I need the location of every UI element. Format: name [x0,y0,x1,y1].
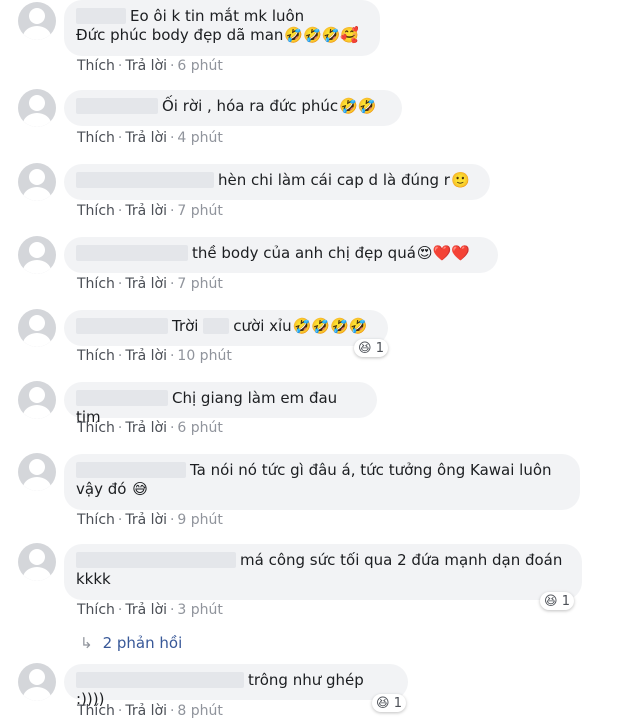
comment-actions: Thích · Trả lời · 8 phút [77,703,223,719]
like-link[interactable]: Thích [77,703,115,719]
emoji: 🙂 [450,171,470,189]
comment-bubble: trông như ghép :)))) [64,664,408,708]
timestamp[interactable]: 3 phút [177,602,222,618]
avatar[interactable] [18,381,56,419]
avatar[interactable] [18,89,56,127]
reply-arrow-icon: ↳ [80,634,93,652]
comment-text: hèn chi làm cái cap d là đúng r [218,171,450,189]
redacted-name[interactable] [76,552,236,568]
emoji: 😅 [132,480,148,498]
reaction-count: 1 [393,696,402,711]
comment-text: Ối rời , hóa ra đức phúc [162,97,339,115]
comment-bubble: Eo ôi k tin mắt mk luôn Đức phúc body đẹ… [64,0,380,56]
reaction-badge[interactable]: 😆 1 [540,592,574,610]
timestamp[interactable]: 7 phút [177,276,222,292]
comment-text: kkkk [76,570,111,588]
redacted-name[interactable] [76,8,126,24]
view-replies-link[interactable]: ↳ 2 phản hồi [80,634,182,652]
reply-link[interactable]: Trả lời [125,602,167,618]
comment-bubble: Ối rời , hóa ra đức phúc🤣🤣 [64,90,402,126]
comment-actions: Thích · Trả lời · 6 phút [77,58,223,74]
reply-link[interactable]: Trả lời [125,348,167,364]
comment-text: cười xỉu [233,317,292,335]
laughing-reaction-icon: 😆 [544,594,558,609]
like-link[interactable]: Thích [77,58,115,74]
comment-actions: Thích · Trả lời · 10 phút [77,348,232,364]
comment-actions: Thích · Trả lời · 7 phút [77,203,223,219]
reply-link[interactable]: Trả lời [125,703,167,719]
laughing-reaction-icon: 😆 [358,341,372,356]
redacted-name[interactable] [76,172,214,188]
comment-bubble: Ta nói nó tức gì đâu á, tức tưởng ông Ka… [64,454,580,510]
comment-bubble: má công sức tối qua 2 đứa mạnh dạn đoán … [64,544,582,600]
like-link[interactable]: Thích [77,348,115,364]
redacted-name[interactable] [76,672,244,688]
reply-link[interactable]: Trả lời [125,58,167,74]
reaction-count: 1 [375,341,384,356]
avatar[interactable] [18,543,56,581]
comment-actions: Thích · Trả lời · 6 phút [77,420,223,436]
reply-link[interactable]: Trả lời [125,203,167,219]
comment-actions: Thích · Trả lời · 4 phút [77,130,223,146]
redacted-name[interactable] [76,245,188,261]
reaction-badge[interactable]: 😆 1 [354,339,388,357]
comment-text: Eo ôi k tin mắt mk luôn [130,7,305,25]
like-link[interactable]: Thích [77,420,115,436]
avatar[interactable] [18,453,56,491]
emoji: 😍❤️❤️ [416,244,470,262]
comment-text: Ta nói nó tức gì đâu á, tức tưởng ông Ka… [190,461,552,479]
emoji: 🤣🤣🤣🤣 [292,317,368,335]
comment-bubble: thề body của anh chị đẹp quá😍❤️❤️ [64,237,498,273]
comment-text: thề body của anh chị đẹp quá [192,244,416,262]
timestamp[interactable]: 9 phút [177,512,222,528]
timestamp[interactable]: 6 phút [177,420,222,436]
avatar[interactable] [18,2,56,40]
comment-text: vậy đó [76,480,127,498]
timestamp[interactable]: 10 phút [177,348,231,364]
reaction-count: 1 [561,594,570,609]
reply-link[interactable]: Trả lời [125,420,167,436]
laughing-reaction-icon: 😆 [376,696,390,711]
reply-link[interactable]: Trả lời [125,512,167,528]
avatar[interactable] [18,309,56,347]
reply-link[interactable]: Trả lời [125,130,167,146]
comment-bubble: Trời cười xỉu🤣🤣🤣🤣 [64,310,388,346]
like-link[interactable]: Thích [77,512,115,528]
comment-bubble: hèn chi làm cái cap d là đúng r🙂 [64,164,490,200]
comment-text: Trời [172,317,199,335]
redacted-name[interactable] [76,390,168,406]
timestamp[interactable]: 4 phút [177,130,222,146]
avatar[interactable] [18,663,56,701]
emoji: 🤣🤣🤣🥰 [284,26,360,44]
like-link[interactable]: Thích [77,130,115,146]
comment-actions: Thích · Trả lời · 3 phút [77,602,223,618]
timestamp[interactable]: 7 phút [177,203,222,219]
comment-text: Đức phúc body đẹp dã man [76,26,284,44]
like-link[interactable]: Thích [77,602,115,618]
like-link[interactable]: Thích [77,203,115,219]
timestamp[interactable]: 8 phút [177,703,222,719]
comment-text: má công sức tối qua 2 đứa mạnh dạn đoán [240,551,563,569]
comment-actions: Thích · Trả lời · 9 phút [77,512,223,528]
reply-link[interactable]: Trả lời [125,276,167,292]
avatar[interactable] [18,163,56,201]
redacted-name[interactable] [76,318,168,334]
emoji: 🤣🤣 [339,97,377,115]
replies-label: 2 phản hồi [102,634,183,652]
timestamp[interactable]: 6 phút [177,58,222,74]
redacted-name[interactable] [76,98,158,114]
like-link[interactable]: Thích [77,276,115,292]
redacted-name [203,318,230,334]
comment-bubble: Chị giang làm em đau tim [64,382,377,426]
comment-actions: Thích · Trả lời · 7 phút [77,276,223,292]
avatar[interactable] [18,236,56,274]
redacted-name[interactable] [76,462,186,478]
reaction-badge[interactable]: 😆 1 [372,694,406,712]
